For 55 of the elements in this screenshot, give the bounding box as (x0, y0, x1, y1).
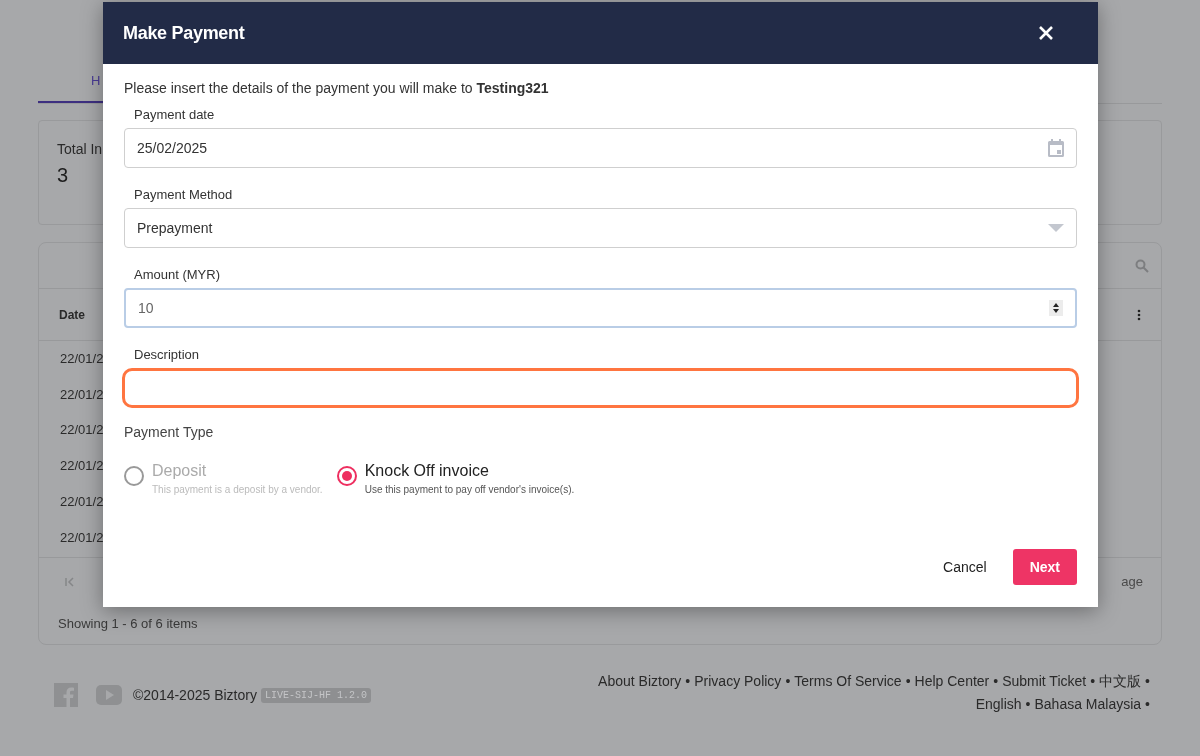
search-icon[interactable] (1135, 258, 1149, 273)
table-cell-text: 22/01/2 (60, 385, 104, 404)
pager-text: age (1121, 572, 1143, 591)
separator-dot: • (785, 672, 791, 691)
stat-label: Total In (57, 140, 103, 159)
footer-link[interactable]: Help Center (914, 671, 990, 692)
payment-type-label: Payment Type (124, 423, 214, 442)
separator-dot: • (993, 672, 999, 691)
field-label: Payment date (134, 107, 215, 123)
table-cell-text: 22/01/2 (60, 350, 104, 369)
table-cell-text: 22/01/2 (60, 421, 104, 440)
table-cell-text: 22/01/2 (60, 492, 104, 511)
spinner-icon[interactable] (1049, 300, 1063, 316)
footer-link[interactable]: Privacy Policy (694, 671, 782, 692)
footer-link[interactable]: Bahasa Malaysia (1034, 694, 1142, 715)
field-label: Description (134, 347, 200, 363)
input-field[interactable]: 10 (124, 288, 1077, 328)
copyright-text: ©2014-2025 Biztory (133, 685, 257, 705)
separator-dot: • (1145, 695, 1150, 714)
footer-link[interactable]: About Biztory (598, 671, 682, 692)
radio-label: Deposit (152, 461, 208, 481)
facebook-icon[interactable] (54, 683, 78, 707)
close-icon[interactable] (1038, 25, 1054, 41)
calendar-icon[interactable] (1048, 139, 1064, 157)
input-field[interactable] (122, 368, 1079, 408)
stat-value: 3 (57, 163, 69, 188)
footer-link[interactable]: Submit Ticket (1002, 671, 1087, 692)
separator-dot: • (1090, 672, 1096, 691)
table-cell-text: 22/01/2 (60, 528, 104, 547)
cancel-button[interactable]: Cancel (941, 549, 989, 585)
footer-link[interactable]: 中文版 (1099, 671, 1142, 692)
separator-dot: • (1025, 695, 1031, 714)
field-label: Payment Method (134, 187, 233, 203)
first-page-icon[interactable] (65, 576, 75, 587)
separator-dot: • (1145, 672, 1150, 691)
table-cell-text: 22/01/2 (60, 457, 104, 476)
radio-button[interactable] (336, 466, 357, 486)
column-header: Date (59, 306, 85, 324)
video-play-icon[interactable] (96, 685, 122, 705)
footer-link[interactable]: Terms Of Service (794, 671, 902, 692)
next-button[interactable]: Next (1012, 549, 1077, 585)
radio-hint: This payment is a deposit by a vendor. (152, 483, 323, 497)
dialog-title: Make Payment (123, 21, 245, 45)
separator-dot: • (905, 672, 911, 691)
dropdown-caret-icon[interactable] (1048, 224, 1064, 232)
summary-text: Showing 1 - 6 of 6 items (58, 615, 198, 634)
separator-dot: • (685, 672, 691, 691)
select-field[interactable]: Prepayment (124, 208, 1077, 248)
radio-label: Knock Off invoice (364, 461, 490, 481)
more-icon[interactable] (1137, 308, 1141, 321)
footer-link[interactable]: English (975, 694, 1022, 715)
intro-text: Please insert the details of the payment you will make to Testing321 (124, 79, 549, 98)
input-field[interactable]: 25/02/2025 (124, 128, 1077, 168)
field-label: Amount (MYR) (134, 267, 220, 283)
radio-hint: Use this payment to pay off vendor's invoice(s). (364, 483, 575, 497)
